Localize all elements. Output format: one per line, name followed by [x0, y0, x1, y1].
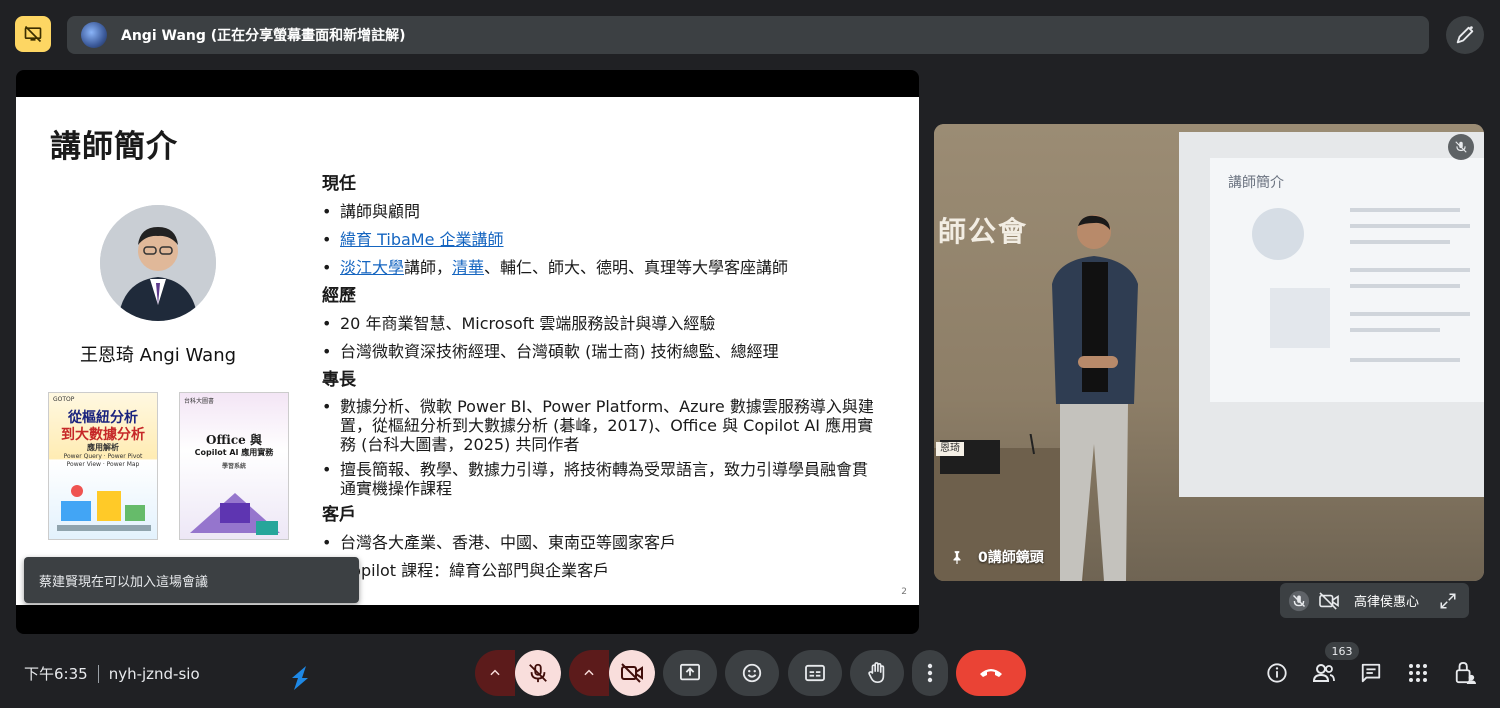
list-item: 淡江大學講師，清華、輔仁、師大、德明、真理等大學客座講師 — [322, 257, 882, 279]
projected-slide — [1210, 158, 1484, 402]
participant-count-badge: 163 — [1325, 642, 1359, 660]
book1-publisher: GOTOP — [53, 396, 75, 403]
info-icon — [1267, 663, 1287, 683]
activities-button[interactable] — [1405, 660, 1431, 686]
list-item: 台灣微軟資深技術經理、台灣碩軟 (瑞士商) 技術總監、總經理 — [322, 341, 882, 363]
pen-icon — [1456, 26, 1474, 44]
book2-illustration — [190, 493, 280, 535]
stop-presenting-button[interactable] — [15, 16, 51, 52]
speaker-figure — [1052, 215, 1138, 581]
slide-page-number: 2 — [901, 587, 907, 597]
meeting-code: nyh-jznd-sio — [108, 664, 200, 683]
presenter-portrait — [100, 205, 216, 321]
meet-window: Angi Wang (正在分享螢幕畫面和新增註解) 講師簡介 王恩琦 Angi … — [0, 0, 1500, 708]
mic-toggle-button[interactable] — [515, 650, 561, 696]
leave-call-button[interactable] — [956, 650, 1026, 696]
wall-sign: 師公會 — [938, 215, 1029, 248]
reactions-button[interactable] — [725, 650, 779, 696]
book2-tag: 學習系統 — [221, 463, 246, 470]
book1-title-line2: 到大數據分析 — [61, 427, 145, 443]
book1-illustration — [57, 485, 151, 531]
pin-icon — [953, 551, 961, 564]
clock-time: 下午6:35 — [24, 665, 88, 683]
camera-toggle-button[interactable] — [609, 650, 655, 696]
section-heading-experience: 經歷 — [322, 286, 356, 306]
chevron-up-icon — [490, 669, 500, 676]
list-item: 20 年商業智慧、Microsoft 雲端服務設計與導入經驗 — [322, 313, 882, 335]
app-logo-icon — [292, 666, 308, 690]
book2-title-line1: Office 與 — [206, 433, 262, 447]
mic-off-icon — [1455, 141, 1467, 153]
emoji-icon — [742, 663, 762, 683]
book-cover-office-copilot: 台科大圖書 Office 與 Copilot AI 應用實務 學習系統 — [179, 392, 289, 540]
captions-icon — [805, 664, 825, 682]
participant-mini-name: 高律侯惠心 — [1354, 595, 1420, 610]
meeting-info: 下午6:35 nyh-jznd-sio — [24, 663, 200, 684]
slide-title: 講師簡介 — [50, 129, 178, 165]
book2-title-line2: Copilot AI 應用實務 — [194, 448, 274, 457]
list-item: 擅長簡報、教學、數據力引導，將技術轉為受眾語言，致力引導學員融會貫通實機操作課程 — [322, 460, 882, 498]
audio-options-button[interactable] — [475, 650, 515, 696]
tibame-link[interactable]: 緯育 TibaMe 企業講師 — [340, 230, 504, 249]
camera-control-group — [569, 650, 655, 696]
book1-subtitle: 應用解析 — [87, 443, 119, 452]
presenter-avatar — [81, 22, 107, 48]
lock-person-icon — [1455, 661, 1476, 684]
mic-off-icon — [1288, 590, 1310, 611]
host-controls-button[interactable] — [1452, 660, 1478, 686]
list-item: 數據分析、微軟 Power BI、Power Platform、Azure 數據… — [322, 397, 882, 454]
book1-tagline2: Power View · Power Map — [66, 461, 140, 468]
presenter-name: 王恩琦 Angi Wang — [79, 345, 237, 366]
people-button[interactable] — [1311, 660, 1337, 686]
book-cover-pivot-analysis: GOTOP 從樞紐分析 到大數據分析 應用解析 Power Query · Po… — [48, 392, 158, 540]
mic-control-group — [475, 650, 561, 696]
list-item: 講師與顧問 — [322, 201, 882, 223]
call-end-icon — [980, 669, 1002, 677]
section-heading-current: 現任 — [322, 174, 356, 194]
meeting-details-button[interactable] — [1264, 660, 1290, 686]
tku-link[interactable]: 淡江大學 — [340, 258, 404, 277]
participant-mini-tile[interactable]: 高律侯惠心 — [1280, 583, 1469, 618]
apps-grid-icon — [1409, 664, 1427, 682]
section-heading-expertise: 專長 — [322, 370, 356, 390]
camera-tile-label: 0講師鏡頭 — [950, 547, 1044, 567]
book1-tagline1: Power Query · Power Pivot — [63, 453, 143, 460]
list-item: 台灣各大產業、香港、中國、東南亞等國家客戶 — [322, 532, 882, 554]
presentation-stage: 講師簡介 王恩琦 Angi Wang GOTOP 從樞紐分析 到大數據分析 應用… — [16, 70, 919, 634]
chevron-up-icon — [584, 669, 594, 676]
join-notification-toast: 蔡建賢現在可以加入這場會議 — [24, 557, 359, 603]
camera-tile-muted-indicator — [1448, 134, 1474, 160]
annotate-button[interactable] — [1446, 16, 1484, 54]
camera-tile[interactable]: 師公會 講師簡介 恩琦 0講師鏡頭 — [934, 124, 1484, 581]
slide-content: 現任 講師與顧問 緯育 TibaMe 企業講師 淡江大學講師，清華、輔仁、師大、… — [322, 173, 882, 588]
present-off-icon — [24, 25, 42, 43]
sharing-banner: Angi Wang (正在分享螢幕畫面和新增註解) — [67, 16, 1429, 54]
camera-off-icon — [621, 663, 643, 683]
mic-off-icon — [529, 663, 547, 683]
people-icon — [1312, 664, 1335, 682]
toast-message: 蔡建賢現在可以加入這場會議 — [39, 574, 209, 590]
desk-sign: 恩琦 — [936, 442, 964, 456]
more-options-button[interactable] — [912, 650, 948, 696]
present-screen-button[interactable] — [663, 650, 717, 696]
hand-icon — [868, 662, 885, 683]
raise-hand-button[interactable] — [850, 650, 904, 696]
camera-off-icon — [1319, 591, 1339, 610]
nthu-link[interactable]: 清華 — [452, 258, 484, 277]
section-heading-clients: 客戶 — [322, 505, 356, 525]
projected-slide-title: 講師簡介 — [1228, 175, 1284, 191]
expand-icon[interactable] — [1439, 592, 1457, 610]
video-options-button[interactable] — [569, 650, 609, 696]
chat-button[interactable] — [1358, 660, 1384, 686]
present-to-all-icon — [680, 663, 700, 681]
list-item: 緯育 TibaMe 企業講師 — [322, 229, 882, 251]
camera-tile-name: 0講師鏡頭 — [978, 550, 1044, 566]
sharing-banner-text: Angi Wang (正在分享螢幕畫面和新增註解) — [121, 28, 406, 44]
captions-button[interactable] — [788, 650, 842, 696]
more-vert-icon — [927, 663, 933, 683]
slide: 講師簡介 王恩琦 Angi Wang GOTOP 從樞紐分析 到大數據分析 應用… — [16, 97, 919, 605]
list-item: Copilot 課程：緯育公部門與企業客戶 — [322, 560, 882, 582]
book2-publisher: 台科大圖書 — [184, 398, 215, 405]
chat-icon — [1361, 663, 1381, 683]
